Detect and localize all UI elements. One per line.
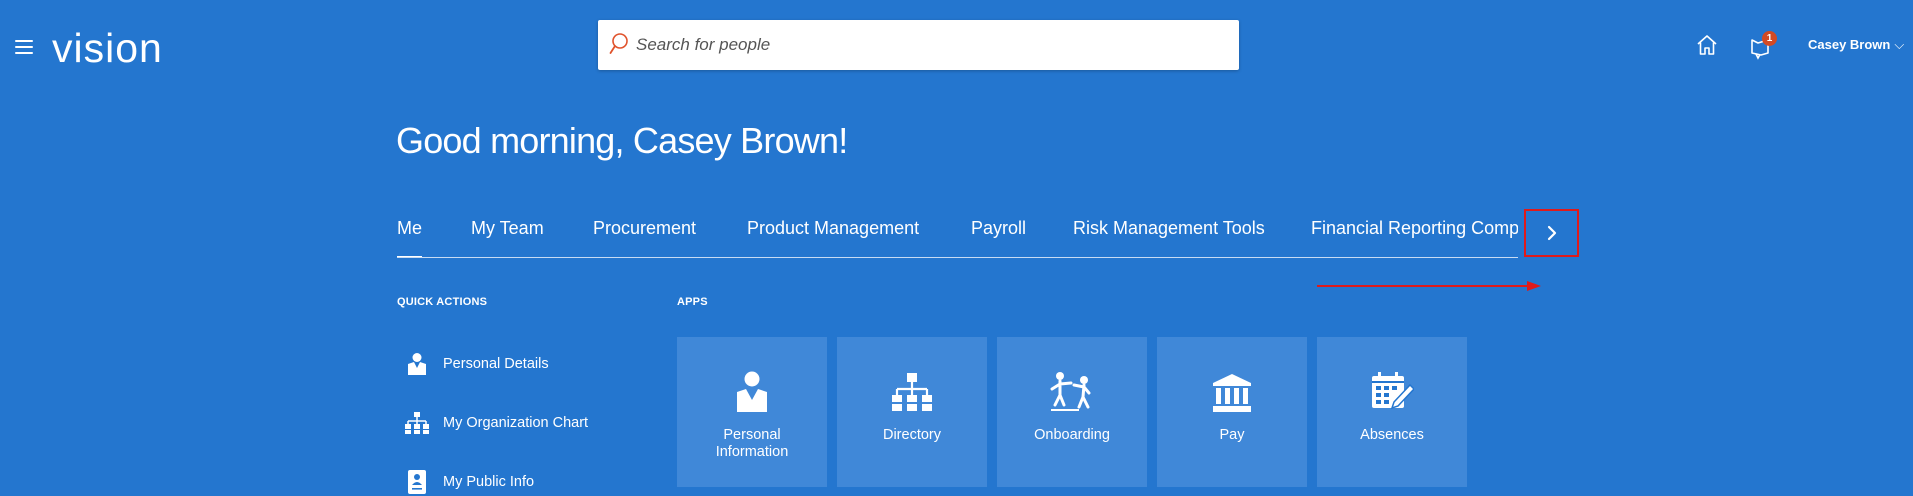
tab-procurement[interactable]: Procurement [593,218,696,257]
chevron-down-icon: ⌵ [1894,37,1905,52]
quick-action-label: My Organization Chart [443,415,589,431]
app-tile-absences[interactable]: Absences [1317,337,1467,487]
home-icon[interactable] [1695,33,1719,57]
calendar-edit-icon [1370,369,1414,413]
notification-count-badge: 1 [1762,31,1777,46]
app-tile-label: Onboarding [1034,427,1110,443]
app-tile-label: Directory [882,427,941,443]
search-input[interactable] [636,20,1226,70]
app-tile-label: Absences [1360,427,1424,443]
quick-action-label: Personal Details [443,356,549,372]
quick-action-my-organization-chart[interactable]: My Organization Chart [404,408,588,438]
apps-heading: APPS [677,296,708,308]
quick-action-my-public-info[interactable]: My Public Info [404,467,534,496]
tab-payroll[interactable]: Payroll [971,218,1026,257]
org-chart-icon [891,369,933,413]
app-logo[interactable]: vision [52,20,163,76]
notifications-icon[interactable]: 1 [1748,31,1777,60]
tab-me[interactable]: Me [397,218,423,257]
tabs-next-button[interactable] [1524,209,1579,257]
id-badge-icon [404,469,430,495]
app-tile-directory[interactable]: Directory [837,337,987,487]
person-icon [404,351,430,377]
user-name: Casey Brown [1808,37,1891,52]
tab-financial-reporting[interactable]: Financial Reporting Comp [1311,218,1518,257]
search-icon [609,33,628,54]
annotation-arrow [1317,281,1541,291]
app-tile-personal-information[interactable]: Personal Information [677,337,827,487]
user-menu[interactable]: Casey Brown ⌵ [1808,37,1904,53]
person-icon [736,369,768,413]
greeting-title: Good morning, Casey Brown! [396,120,848,161]
onboarding-icon [1049,369,1095,413]
app-tile-pay[interactable]: Pay [1157,337,1307,487]
quick-action-personal-details[interactable]: Personal Details [404,349,549,379]
tab-product-management[interactable]: Product Management [747,218,919,257]
quick-action-label: My Public Info [443,474,535,490]
org-chart-icon [404,410,430,436]
tab-risk-management-tools[interactable]: Risk Management Tools [1073,218,1265,257]
tab-my-team[interactable]: My Team [471,218,544,257]
app-tile-label: Personal Information [715,427,789,460]
app-tile-label: Pay [1219,427,1245,443]
hamburger-menu-icon[interactable] [15,40,33,54]
app-tile-onboarding[interactable]: Onboarding [997,337,1147,487]
bank-icon [1212,369,1252,413]
tab-strip: Me My Team Procurement Product Managemen… [397,218,1518,258]
search-bar[interactable] [598,20,1239,70]
chevron-right-icon [1547,225,1556,241]
quick-actions-heading: QUICK ACTIONS [397,296,488,308]
